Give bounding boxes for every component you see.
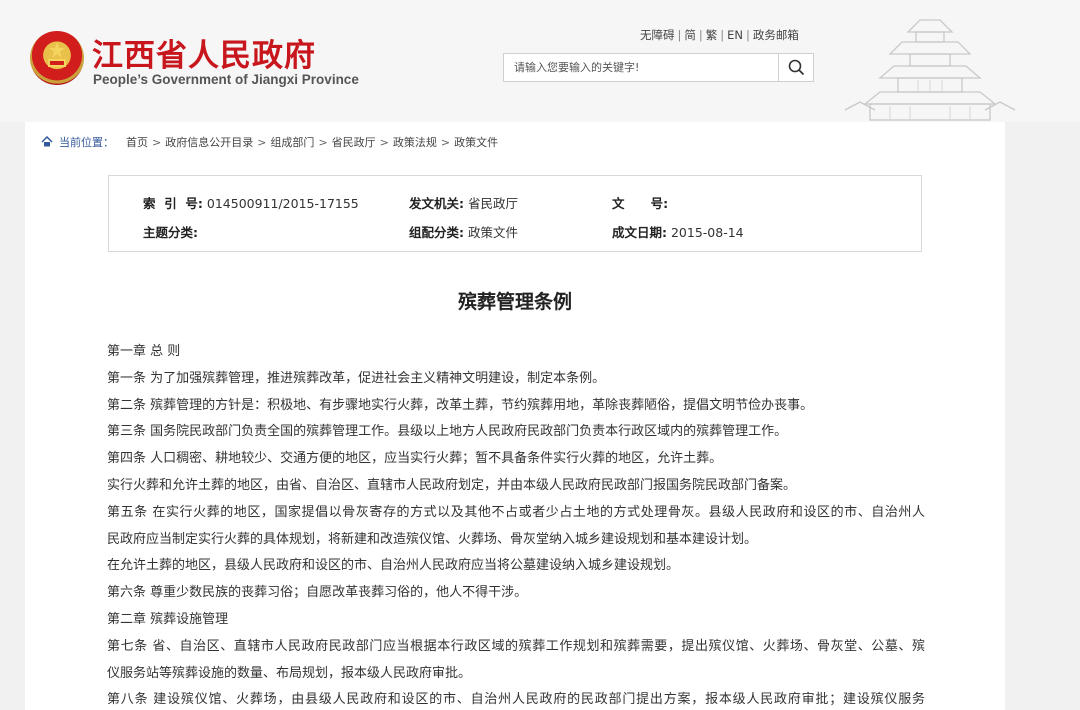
pavilion-illustration-icon xyxy=(844,19,1016,121)
chapter-heading: 第二章 殡葬设施管理 xyxy=(107,611,229,627)
article-paragraph: 第六条 尊重少数民族的丧葬习俗；自愿改革丧葬习俗的，他人不得干涉。 xyxy=(107,585,528,601)
document-metadata: 索 引 号: 014500911/2015-17155 发文机关: 省民政厅 文… xyxy=(108,175,922,252)
article-paragraph: 第七条 省、自治区、直辖市人民政府民政部门应当根据本行政区域的殡葬工作规划和殡葬… xyxy=(107,638,925,654)
search-icon xyxy=(788,59,805,76)
search-input[interactable] xyxy=(504,54,779,81)
meta-docno: 文 号: xyxy=(612,196,669,211)
site-title-chinese[interactable]: 江西省人民政府 xyxy=(92,30,316,75)
english-link[interactable]: EN xyxy=(727,28,743,42)
article-paragraph: 第五条 在实行火葬的地区，国家提倡以骨灰寄存的方式以及其他不占或者少占土地的方式… xyxy=(107,504,925,520)
meta-issuer: 发文机关: 省民政厅 xyxy=(409,196,518,211)
breadcrumb-gov-info-catalog[interactable]: 政府信息公开目录 xyxy=(165,136,253,149)
breadcrumb-policies[interactable]: 政策法规 xyxy=(393,136,437,149)
breadcrumb: 当前位置： 首页 > 政府信息公开目录 > 组成部门 > 省民政厅 > 政策法规 > 政策文件 xyxy=(41,134,498,150)
article-paragraph: 第四条 人口稠密、耕地较少、交通方便的地区，应当实行火葬；暂不具备条件实行火葬的… xyxy=(107,451,723,467)
document-title: 殡葬管理条例 xyxy=(457,291,572,313)
site-title-english[interactable]: People’s Government of Jiangxi Province xyxy=(93,72,359,87)
article-paragraph: 第八条 建设殡仪馆、火葬场，由县级人民政府和设区的市、自治州人民政府的民政部门提… xyxy=(107,692,925,708)
simplified-chinese-link[interactable]: 简 xyxy=(684,28,696,42)
meta-index-value: 014500911/2015-17155 xyxy=(206,196,359,211)
search-button[interactable] xyxy=(778,54,813,81)
breadcrumb-label: 当前位置： xyxy=(59,136,114,149)
meta-index: 索 引 号: 014500911/2015-17155 xyxy=(143,196,359,211)
breadcrumb-civil-affairs[interactable]: 省民政厅 xyxy=(332,136,376,149)
meta-date: 成文日期: 2015-08-14 xyxy=(612,225,744,240)
meta-issuer-value: 省民政厅 xyxy=(467,196,518,211)
national-emblem-icon[interactable] xyxy=(30,31,84,85)
meta-group: 组配分类: 政策文件 xyxy=(409,225,518,240)
search-box xyxy=(503,53,814,82)
traditional-chinese-link[interactable]: 繁 xyxy=(706,28,718,42)
article-paragraph: 实行火葬和允许土葬的地区，由省、自治区、直辖市人民政府划定，并由本级人民政府民政… xyxy=(107,477,797,493)
article-paragraph: 第二条 殡葬管理的方针是：积极地、有步骤地实行火葬，改革土葬，节约殡葬用地，革除… xyxy=(107,397,814,413)
top-links: 无障碍 | 简 | 繁 | EN | 政务邮箱 xyxy=(640,28,799,42)
article-paragraph: 在允许土葬的地区，县级人民政府和设区的市、自治州人民政府应当将公墓建设纳入城乡建… xyxy=(107,558,680,574)
gov-mail-link[interactable]: 政务邮箱 xyxy=(753,28,799,42)
meta-date-value: 2015-08-14 xyxy=(670,225,744,240)
accessibility-link[interactable]: 无障碍 xyxy=(640,28,675,42)
article-paragraph: 第一条 为了加强殡葬管理，推进殡葬改革，促进社会主义精神文明建设，制定本条例。 xyxy=(107,370,606,386)
breadcrumb-policy-documents[interactable]: 政策文件 xyxy=(454,136,498,149)
breadcrumb-home[interactable]: 首页 xyxy=(126,136,148,149)
meta-group-value: 政策文件 xyxy=(467,225,518,240)
home-icon xyxy=(41,136,53,147)
chapter-heading: 第一章 总 则 xyxy=(107,344,181,359)
meta-topic: 主题分类: xyxy=(143,225,198,240)
site-header: 江西省人民政府 People’s Government of Jiangxi P… xyxy=(0,0,1080,122)
document-body: 第一章 总 则 第一条 为了加强殡葬管理，推进殡葬改革，促进社会主义精神文明建设… xyxy=(107,339,925,710)
article-paragraph: 民政府应当制定实行火葬的具体规划，将新建和改造殡仪馆、火葬场、骨灰堂纳入城乡建设… xyxy=(107,531,758,547)
content-panel: 当前位置： 首页 > 政府信息公开目录 > 组成部门 > 省民政厅 > 政策法规 > 政策文件 索 引… xyxy=(25,122,1005,710)
breadcrumb-departments[interactable]: 组成部门 xyxy=(270,136,314,149)
article-paragraph: 仪服务站等殡葬设施的数量、布局规划，报本级人民政府审批。 xyxy=(107,665,472,681)
article-paragraph: 第三条 国务院民政部门负责全国的殡葬管理工作。县级以上地方人民政府民政部门负责本… xyxy=(107,424,788,440)
